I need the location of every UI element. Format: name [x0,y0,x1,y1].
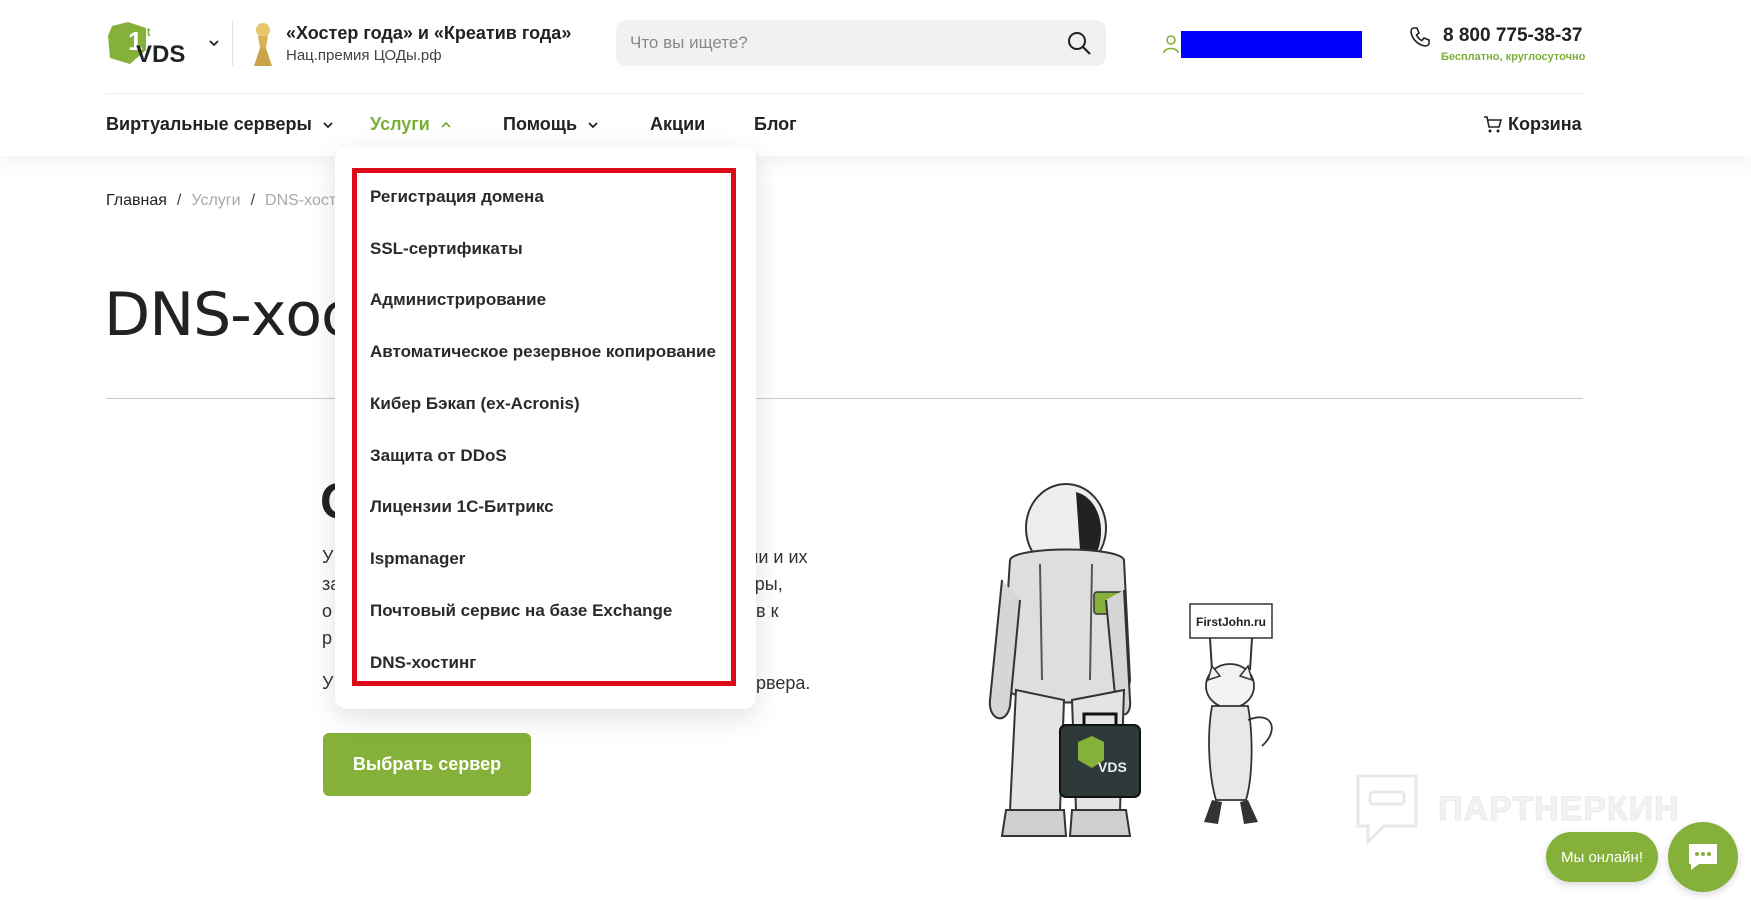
choose-server-button[interactable]: Выбрать сервер [323,733,531,796]
divider [232,20,233,66]
search-bar [616,20,1106,66]
dropdown-item-bitrix-licenses[interactable]: Лицензии 1С-Битрикс [370,497,554,517]
svg-text:st: st [140,25,151,39]
dropdown-item-auto-backup[interactable]: Автоматическое резервное копирование [370,342,716,362]
paragraph-fragment: У [322,547,334,567]
award-subtitle: Нац.премия ЦОДы.рф [286,47,442,64]
svg-text:VDS: VDS [1098,759,1127,775]
dropdown-item-dns-hosting[interactable]: DNS-хостинг [370,653,476,673]
search-input[interactable] [630,20,1050,66]
award-trophy-icon [254,23,272,66]
svg-text:VDS: VDS [136,41,185,68]
sign-text: FirstJohn.ru [1196,615,1266,629]
nav-item-label: Услуги [370,114,430,134]
paragraph-fragment: У [322,673,334,693]
nav-item-label: Блог [754,114,797,134]
nav-item-virtual-servers[interactable]: Виртуальные серверы [106,114,334,135]
paragraph-fragment: о [322,601,333,621]
chevron-down-icon[interactable] [207,36,221,50]
phone-number[interactable]: 8 800 775-38-37 [1443,25,1582,47]
online-chat-badge[interactable]: Мы онлайн! [1546,832,1658,882]
breadcrumb-home[interactable]: Главная [106,192,167,209]
header-divider [106,93,1583,94]
site-header: 1 st VDS «Хостер года» и «Креатив года» … [0,0,1751,156]
cart-label: Корзина [1508,114,1582,134]
watermark-text: ПАРТНЕРКИН [1438,789,1680,828]
chevron-down-icon [588,121,598,128]
breadcrumb-section[interactable]: Услуги [191,192,240,209]
cart-link[interactable]: Корзина [1483,114,1582,135]
dropdown-item-ssl-certificates[interactable]: SSL-сертификаты [370,239,523,259]
dropdown-item-ddos-protection[interactable]: Защита от DDoS [370,446,507,466]
nav-item-label: Акции [650,114,706,134]
nav-item-label: Помощь [503,114,578,134]
nav-item-label: Виртуальные серверы [106,114,312,134]
dropdown-item-exchange-mail[interactable]: Почтовый сервис на базе Exchange [370,601,672,621]
services-dropdown [335,147,756,709]
cart-icon [1484,116,1502,133]
breadcrumb: Главная / Услуги / DNS-хостинг [106,192,360,209]
nav-item-help[interactable]: Помощь [503,114,599,135]
award-title: «Хостер года» и «Креатив года» [286,23,572,43]
dropdown-item-domain-registration[interactable]: Регистрация домена [370,187,544,207]
nav-item-promotions[interactable]: Акции [650,114,705,135]
chat-button[interactable] [1668,822,1738,892]
watermark-logo-icon [1356,774,1418,846]
astronaut-illustration: VDS FirstJohn.ru [988,483,1273,837]
logo[interactable]: 1 st VDS [106,20,198,68]
phone-icon [1410,27,1430,47]
phone-note: Бесплатно, круглосуточно [1441,51,1586,63]
dropdown-item-ispmanager[interactable]: Ispmanager [370,549,465,569]
search-icon[interactable] [1066,30,1092,56]
user-icon[interactable] [1162,34,1180,54]
content-divider [106,398,1583,399]
dropdown-item-administration[interactable]: Администрирование [370,290,546,310]
user-account-name-masked[interactable] [1181,31,1362,58]
chat-bubble-icon [1689,843,1717,870]
chevron-up-icon [441,121,451,128]
dropdown-item-cyber-backup[interactable]: Кибер Бэкап (ex-Acronis) [370,394,580,414]
nav-item-services[interactable]: Услуги [370,114,452,135]
paragraph-fragment: р [322,628,333,648]
nav-item-blog[interactable]: Блог [754,114,797,135]
chevron-down-icon [323,121,333,128]
